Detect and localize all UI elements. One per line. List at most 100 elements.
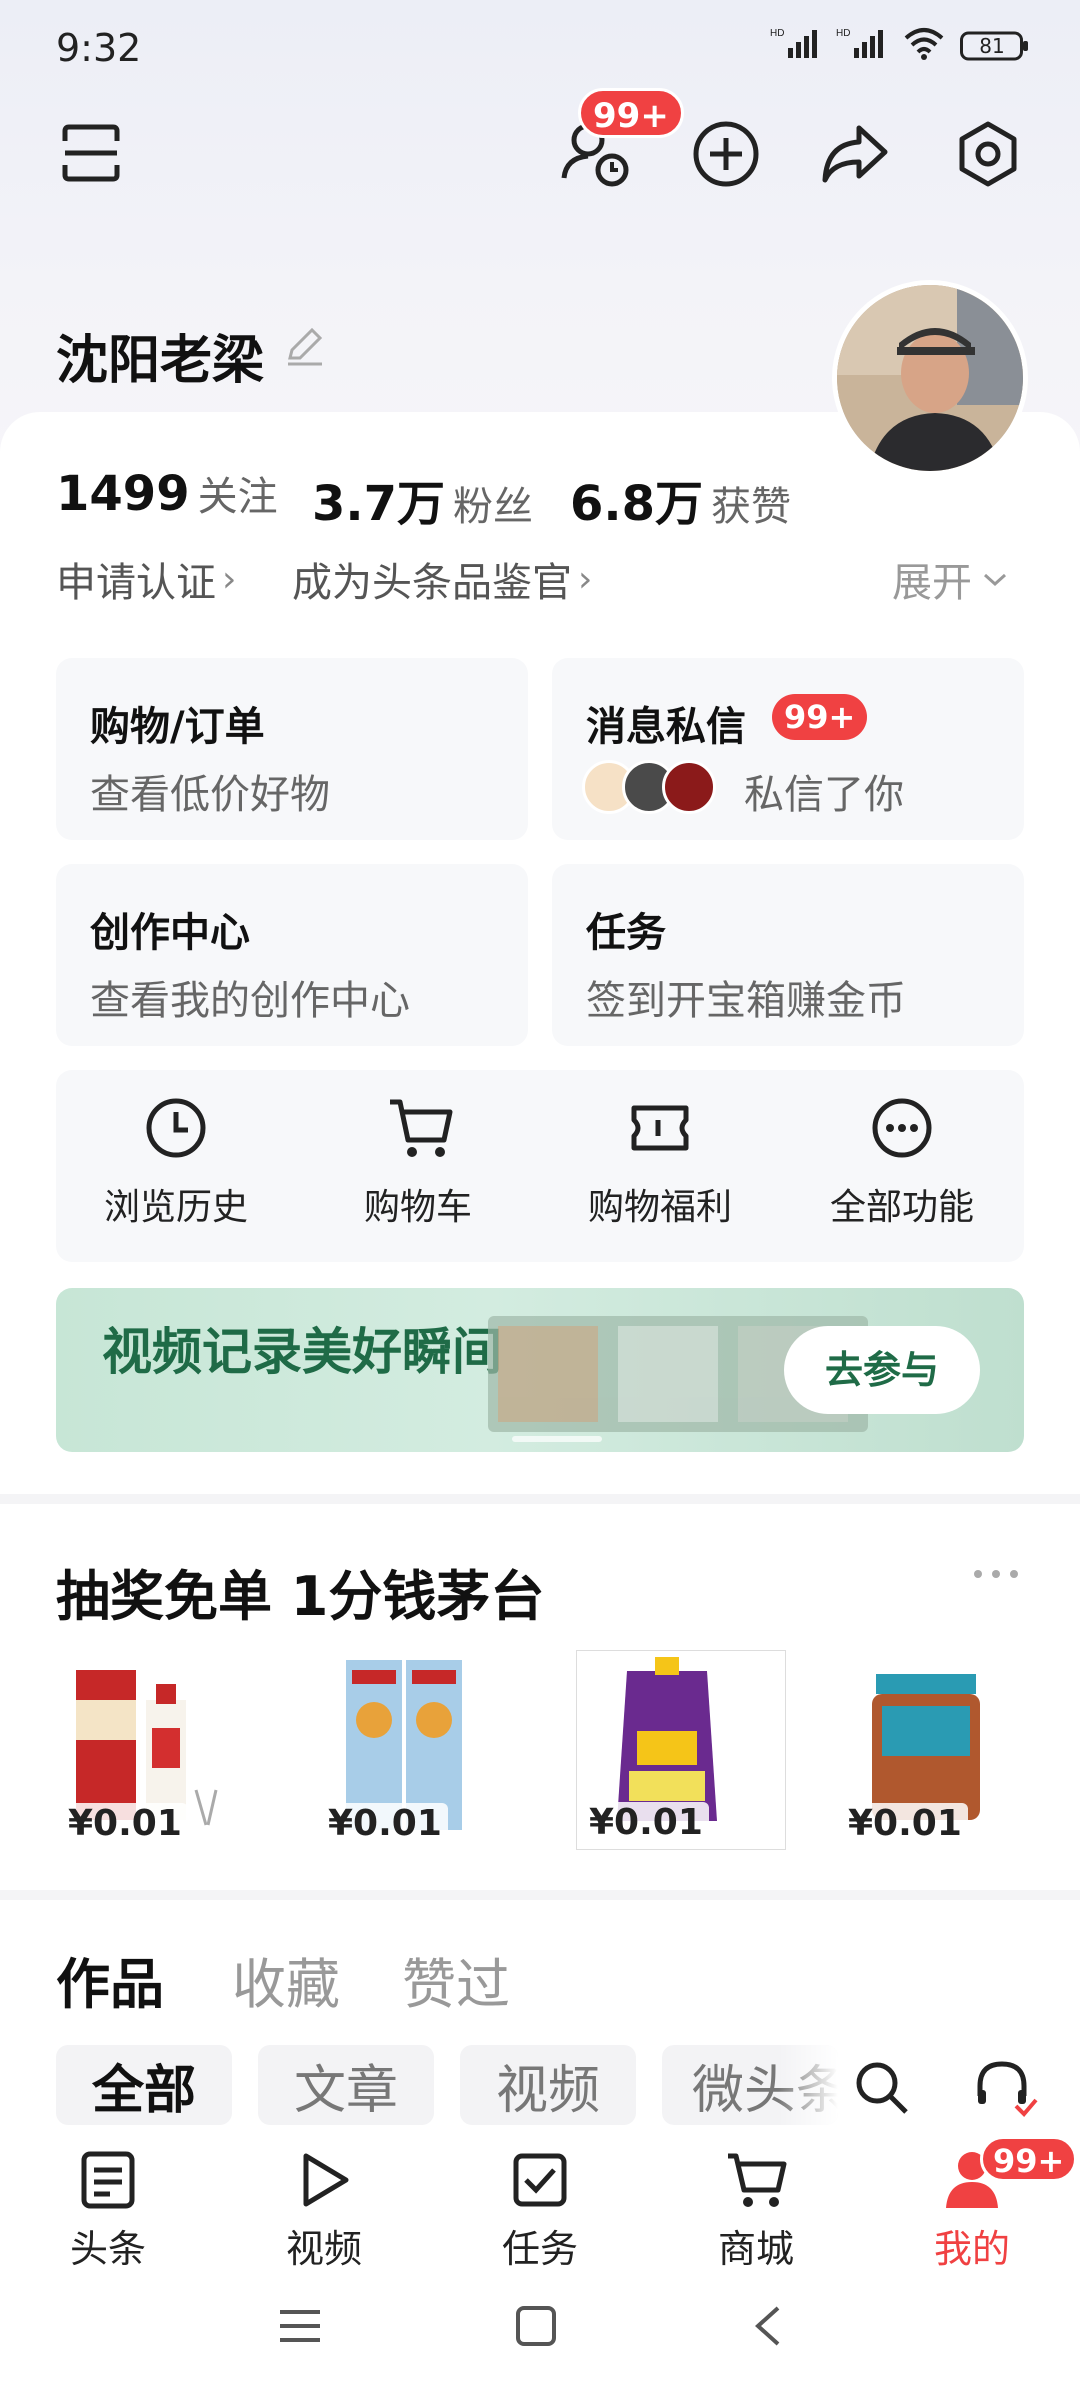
search-icon [856,2062,908,2114]
message-avatar-3 [662,760,716,814]
creator-center-sub: 查看我的创作中心 [90,978,410,1024]
chip-article[interactable]: 文章 [258,2045,434,2125]
certify-link[interactable]: 申请认证 › [56,550,236,608]
all-functions-label: 全部功能 [829,1187,974,1228]
film-frame-2 [618,1326,718,1422]
stat-likes[interactable]: 6.8万 获赞 [570,464,791,534]
nav-mall-label: 商城 [717,2227,794,2271]
creator-center-tile[interactable]: 创作中心 查看我的创作中心 [56,864,528,1046]
nav-tasks-label: 任务 [501,2227,578,2271]
avatar[interactable] [832,280,1028,476]
nav-mall[interactable]: 商城 [648,2140,864,2271]
stat-following-label: 关注 [197,474,278,520]
nav-me-label: 我的 [933,2227,1010,2271]
product-price-2: ¥0.01 [322,1803,448,1844]
stat-followers-value: 3.7万 [312,476,446,532]
more-icon [872,1098,932,1158]
home-square-icon [516,2306,556,2346]
stat-followers-label: 粉丝 [453,484,534,530]
nav-video[interactable]: 视频 [216,2140,432,2271]
video-banner[interactable]: 视频记录美好瞬间 去参与 [56,1288,1024,1452]
banner-text: 视频记录美好瞬间 [102,1323,502,1381]
nav-tasks[interactable]: 任务 [432,2140,648,2271]
play-icon [303,2153,349,2207]
chevron-down-icon [983,573,1007,587]
signal-icon-2: HD [836,26,888,65]
status-icons: HD HD 81 [770,26,1030,65]
notify-badge: 99+ [578,88,684,138]
expand-button[interactable]: 展开 [892,550,1008,608]
nav-me-badge: 99+ [980,2136,1078,2182]
scan-button[interactable] [56,118,126,188]
ticket-icon [631,1105,689,1151]
chip-weitoutiao-wrap: 微头条 [662,2045,838,2125]
chip-all[interactable]: 全部 [56,2045,232,2125]
tab-works[interactable]: 作品 [56,1940,164,2019]
section-divider [0,1494,1080,1504]
shop-order-title: 购物/订单 [90,704,265,750]
svg-text:HD: HD [770,28,784,39]
pencil-icon [288,327,323,366]
back-chevron-icon [755,2306,780,2346]
system-home-button[interactable] [514,2304,558,2352]
battery-level: 81 [979,33,1005,58]
share-icon [822,125,888,183]
chip-video[interactable]: 视频 [460,2045,636,2125]
support-button[interactable] [972,2056,1038,2122]
product-price-3: ¥0.01 [583,1802,709,1843]
profile-name[interactable]: 沈阳老梁 [56,318,264,393]
ellipsis-icon [974,1570,1018,1578]
expand-label: 展开 [892,560,972,606]
stat-following[interactable]: 1499 关注 [56,464,278,522]
add-button[interactable] [690,118,762,190]
share-button[interactable] [818,118,892,190]
edit-name-button[interactable] [282,324,326,372]
product-card-3[interactable]: ¥0.01 [576,1650,786,1850]
stat-likes-label: 获赞 [711,484,792,530]
stat-followers[interactable]: 3.7万 粉丝 [312,464,533,534]
certify-link-label: 申请认证 [56,560,216,606]
cart-label: 购物车 [363,1187,472,1228]
signal-icon: HD [770,26,822,65]
messages-tile[interactable]: 消息私信 99+ 私信了你 [552,658,1024,840]
tab-favorites[interactable]: 收藏 [232,1940,340,2019]
shop-order-sub: 查看低价好物 [90,772,330,818]
tasks-sub: 签到开宝箱赚金币 [586,978,906,1024]
shop-order-tile[interactable]: 购物/订单 查看低价好物 [56,658,528,840]
status-time: 9:32 [56,26,142,70]
chip-fade [778,2045,838,2125]
messages-badge: 99+ [772,694,868,740]
battery-icon: 81 [960,30,1030,62]
headset-icon [977,2061,1038,2117]
tab-liked[interactable]: 赞过 [402,1940,510,2019]
settings-hexagon-icon [959,121,1017,187]
system-back-button[interactable] [750,2304,786,2352]
clock-icon [146,1098,206,1158]
product-card-1[interactable]: ¥0.01 [56,1650,266,1850]
messages-title: 消息私信 [586,704,746,750]
search-button[interactable] [852,2058,912,2122]
mall-cart-icon [728,2153,787,2207]
message-avatars [582,758,742,816]
promo-more-button[interactable] [972,1566,1020,1586]
product-price-1: ¥0.01 [62,1803,188,1844]
chevron-right-icon: › [222,558,237,600]
nav-headlines-label: 头条 [69,2227,146,2271]
promo-title: 抽奖免单 1分钱茅台 [56,1565,545,1628]
product-price-4: ¥0.01 [842,1803,968,1844]
tasks-tile[interactable]: 任务 签到开宝箱赚金币 [552,864,1024,1046]
welfare-label: 购物福利 [587,1187,732,1228]
judge-link[interactable]: 成为头条品鉴官 › [292,550,592,608]
section-divider [0,1890,1080,1900]
tasks-title: 任务 [586,910,666,956]
system-menu-button[interactable] [276,2306,324,2350]
product-card-2[interactable]: ¥0.01 [316,1650,526,1850]
banner-join-button[interactable]: 去参与 [784,1326,980,1414]
cart-icon [390,1099,453,1157]
product-card-4[interactable]: ¥0.01 [836,1650,1046,1850]
chevron-right-icon: › [578,558,593,600]
stat-likes-value: 6.8万 [570,476,704,532]
plus-circle-icon [693,121,759,187]
settings-button[interactable] [952,118,1024,190]
nav-headlines[interactable]: 头条 [0,2140,216,2271]
